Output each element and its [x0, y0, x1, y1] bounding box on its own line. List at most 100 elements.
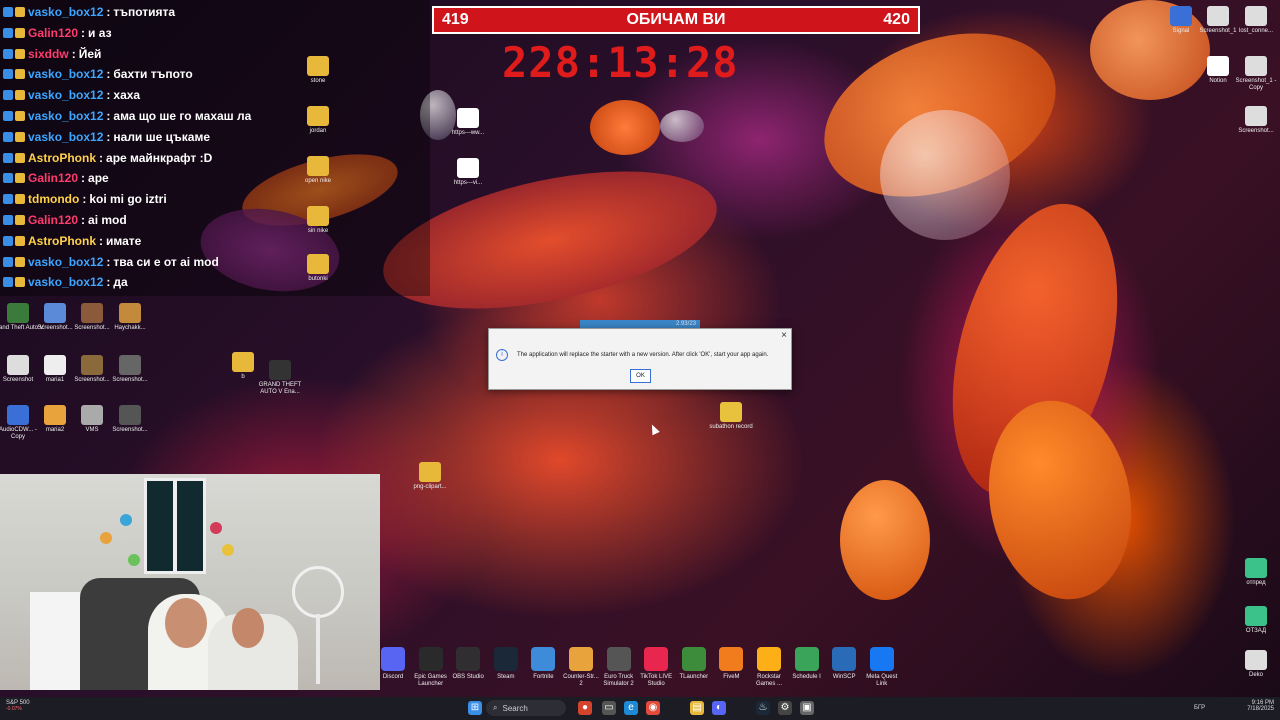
discord-icon — [381, 647, 405, 671]
dock-item[interactable]: Discord — [373, 647, 413, 681]
discord-taskbar-icon[interactable]: ◐ — [712, 701, 726, 715]
cs2-icon — [569, 647, 593, 671]
file-explorer-icon[interactable]: ▤ — [690, 701, 704, 715]
chat-username[interactable]: Galin120 — [28, 213, 78, 227]
taskbar-app-icon[interactable]: ● — [578, 701, 592, 715]
badge-icon — [3, 215, 13, 225]
chat-text: нали ше цъкаме — [113, 129, 211, 144]
settings-icon[interactable]: ⚙ — [778, 701, 792, 715]
desktop-icon-label: png-clipart... — [413, 484, 447, 490]
desktop-icon-label: Screenshot... — [112, 427, 148, 433]
taskbar-search[interactable]: ⌕ Search — [486, 700, 566, 716]
fortnite-icon — [531, 647, 556, 671]
desktop-icon[interactable]: https---vi... — [442, 158, 494, 187]
desktop-icon[interactable]: sin nike — [292, 206, 344, 235]
chat-text: и аз — [88, 25, 112, 40]
windows-start-icon[interactable]: ⊞ — [468, 701, 482, 715]
chat-text: хаха — [113, 88, 141, 103]
file-icon — [457, 158, 479, 178]
desktop-icon[interactable]: stone — [292, 56, 344, 85]
dock-item[interactable]: Rockstar Games ... — [749, 647, 789, 688]
chat-username[interactable]: vasko_box12 — [28, 130, 103, 144]
chat-message: Galin120: ai mod — [0, 210, 127, 230]
desktop-icon[interactable]: Haychakk... — [104, 303, 156, 332]
desktop-icon-label: jordan — [309, 128, 327, 134]
search-label: Search — [502, 703, 528, 713]
desktop-icon-label: b — [241, 374, 245, 380]
steam-taskbar-icon[interactable]: ♨ — [756, 701, 770, 715]
badge-icon — [3, 256, 13, 267]
dock-item[interactable]: TikTok LIVE Studio — [636, 647, 676, 688]
file-icon — [232, 352, 254, 372]
desktop-icon[interactable]: open nike — [292, 156, 344, 185]
desktop-icon[interactable]: отпред — [1230, 558, 1280, 587]
desktop-icon-label: stone — [310, 78, 326, 84]
chat-username[interactable]: vasko_box12 — [28, 275, 103, 289]
epic-icon — [418, 647, 443, 671]
ok-button[interactable]: OK — [630, 369, 651, 383]
dock-item[interactable]: FiveM — [711, 647, 751, 681]
desktop-icon[interactable]: Screenshot... — [1230, 106, 1280, 135]
desktop-icon-label: Screenshot... — [112, 377, 148, 383]
chat-username[interactable]: vasko_box12 — [28, 67, 103, 81]
file-icon — [307, 254, 329, 274]
dock-item[interactable]: Epic Games Launcher — [411, 647, 451, 688]
chat-username[interactable]: Galin120 — [28, 26, 78, 40]
dock-item[interactable]: OBS Studio — [448, 647, 488, 681]
desktop-icon[interactable]: png-clipart... — [404, 462, 456, 491]
chat-username[interactable]: vasko_box12 — [28, 109, 103, 123]
dock-item[interactable]: TLauncher — [674, 647, 714, 681]
desktop-icon[interactable]: Deko — [1230, 650, 1280, 679]
desktop-icon[interactable]: Screenshot... — [104, 355, 156, 384]
chat-username[interactable]: sixddw — [28, 47, 69, 61]
chat-username[interactable]: tdmondo — [28, 192, 79, 206]
chat-message: vasko_box12: нали ше цъкаме — [0, 127, 210, 147]
dock-item[interactable]: Schedule I — [787, 647, 827, 681]
desktop-icon-label: https---ww... — [451, 130, 485, 136]
tlauncher-icon — [681, 647, 706, 671]
chat-username[interactable]: vasko_box12 — [28, 255, 103, 269]
dock-item[interactable]: Steam — [486, 647, 526, 681]
chat-text: бахти тъпото — [113, 67, 193, 82]
chat-username[interactable]: AstroPhonk — [28, 234, 96, 248]
file-icon — [1245, 56, 1267, 76]
edge-icon[interactable]: e — [624, 701, 638, 715]
dock-item-label: Meta Quest Link — [866, 674, 898, 687]
badge-icon — [15, 69, 25, 80]
desktop-icon[interactable]: https---ww... — [442, 108, 494, 137]
file-icon — [7, 355, 29, 375]
chat-username[interactable]: Galin120 — [28, 171, 78, 185]
task-view-icon[interactable]: ▭ — [602, 701, 616, 715]
dialog-close-icon[interactable]: × — [781, 330, 787, 341]
file-icon — [269, 360, 291, 380]
dock-item-label: WinSCP — [832, 674, 856, 680]
file-icon — [7, 303, 29, 323]
app-taskbar-icon[interactable]: ▣ — [800, 701, 814, 715]
desktop-icon[interactable]: Screenshot... — [104, 405, 156, 434]
clock[interactable]: 9:16 PM 7/18/2025 — [1240, 700, 1274, 712]
desktop-icon[interactable]: GRAND THEFT AUTO V Ena... — [254, 360, 306, 396]
dock-item[interactable]: Meta Quest Link — [862, 647, 902, 688]
chat-text: да — [113, 275, 128, 290]
dock-item[interactable]: Fortnite — [523, 647, 563, 681]
desktop-icon[interactable]: lost_conne... — [1230, 6, 1280, 35]
chat-username[interactable]: vasko_box12 — [28, 88, 103, 102]
dock-item[interactable]: Counter-Str... 2 — [561, 647, 601, 688]
dock-item[interactable]: Euro Truck Simulator 2 — [599, 647, 639, 688]
desktop-icon[interactable]: butonki — [292, 254, 344, 283]
badge-icon — [15, 256, 25, 267]
language-indicator[interactable]: БГР — [1194, 705, 1205, 711]
badge-icon — [15, 194, 25, 205]
chrome-icon[interactable]: ◉ — [646, 701, 660, 715]
stock-widget[interactable]: S&P 500 -0.07% — [6, 700, 30, 712]
desktop-icon[interactable]: Screenshot_1 - Copy — [1230, 56, 1280, 92]
badge-icon — [15, 235, 25, 246]
fivem-icon — [719, 647, 744, 671]
chat-username[interactable]: AstroPhonk — [28, 151, 96, 165]
desktop-icon[interactable]: jordan — [292, 106, 344, 135]
desktop-icon[interactable]: ОТЗАД — [1230, 606, 1280, 635]
desktop-icon[interactable]: subathon record — [705, 402, 757, 431]
chat-username[interactable]: vasko_box12 — [28, 5, 103, 19]
badge-icon — [3, 235, 13, 246]
dock-item[interactable]: WinSCP — [824, 647, 864, 681]
